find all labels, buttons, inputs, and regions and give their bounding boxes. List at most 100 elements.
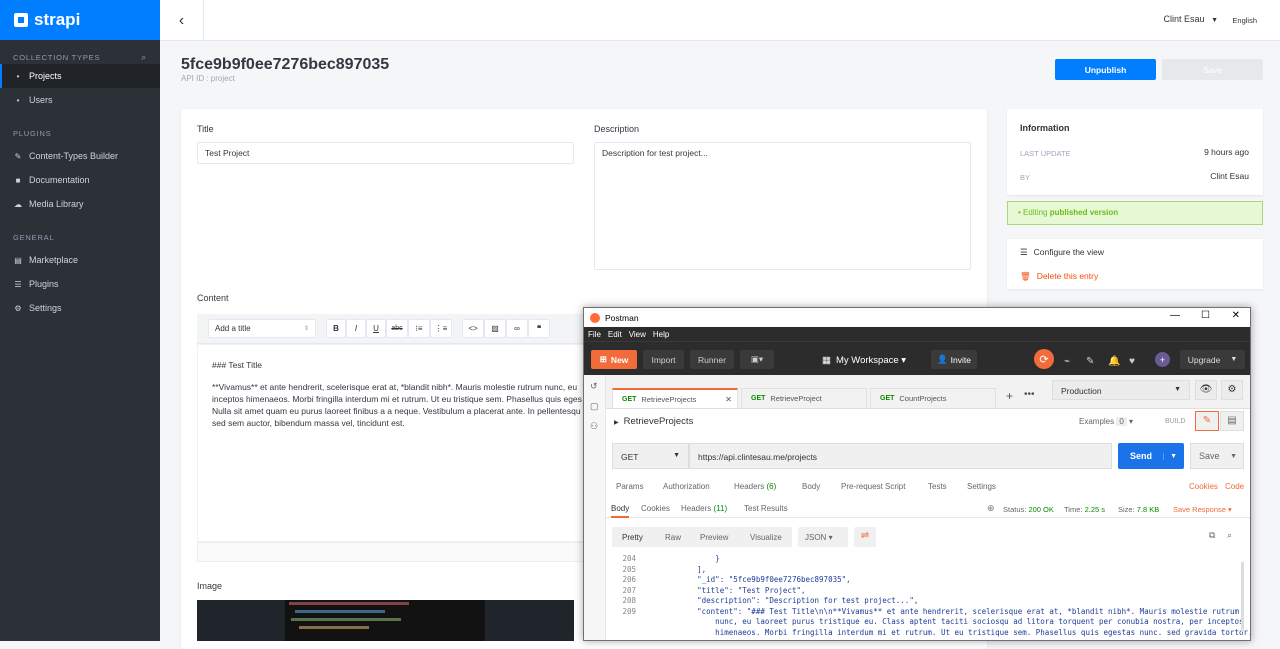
response-tab-headers[interactable]: Headers (11) xyxy=(681,504,727,513)
save-button[interactable]: Save xyxy=(1162,59,1263,80)
response-body[interactable]: 204 } 205 ], 206 "_id": "5fce9b9f0ee7276be… xyxy=(606,552,1250,640)
scrollbar[interactable] xyxy=(1241,562,1244,632)
collections-icon[interactable]: ▢ xyxy=(590,401,599,412)
tab-pre-request-script[interactable]: Pre-request Script xyxy=(841,482,905,491)
cookies-link[interactable]: Cookies xyxy=(1189,482,1218,491)
language-select[interactable]: English xyxy=(1232,16,1257,25)
sync-icon[interactable]: ⟳ xyxy=(1034,349,1054,369)
globe-icon[interactable]: ⊕ xyxy=(987,503,995,514)
satellite-icon[interactable]: ⌁ xyxy=(1064,356,1070,367)
italic-button[interactable]: I xyxy=(346,319,366,338)
response-tab-body[interactable]: Body xyxy=(611,504,630,518)
edit-icon[interactable]: ✎ xyxy=(1195,411,1219,431)
comment-icon[interactable]: ▤ xyxy=(1220,411,1244,431)
eye-icon[interactable]: 👁 xyxy=(1195,380,1217,400)
tab-retrieve-project[interactable]: GET RetrieveProject xyxy=(741,388,867,408)
back-button[interactable]: ‹ xyxy=(160,0,204,41)
sidebar-item-projects[interactable]: • Projects xyxy=(0,64,160,88)
bullet-list-icon[interactable]: ⁝≡ xyxy=(408,319,430,338)
code-link[interactable]: Code xyxy=(1225,482,1244,491)
view-raw[interactable]: Raw xyxy=(665,533,681,542)
examples-dropdown[interactable]: Examples 0 ▾ xyxy=(1079,417,1133,426)
runner-button[interactable]: Runner xyxy=(690,350,734,369)
import-button[interactable]: Import xyxy=(643,350,684,369)
description-textarea[interactable]: Description for test project... xyxy=(594,142,971,270)
wrench-icon[interactable]: ✎ xyxy=(1086,356,1094,367)
bell-icon[interactable]: 🔔 xyxy=(1108,356,1120,367)
sidebar-item-marketplace[interactable]: ▤ Marketplace xyxy=(0,248,160,272)
format-select[interactable]: JSON ▾ xyxy=(798,527,848,547)
user-menu[interactable]: Clint Esau ▼ xyxy=(1164,14,1218,24)
sidebar-item-media-library[interactable]: ☁ Media Library xyxy=(0,192,160,216)
settings-icon[interactable]: ⚙ xyxy=(1221,380,1243,400)
view-visualize[interactable]: Visualize xyxy=(750,533,782,542)
sidebar-item-documentation[interactable]: ■ Documentation xyxy=(0,168,160,192)
view-pretty[interactable]: Pretty xyxy=(622,533,643,542)
tab-retrieve-projects[interactable]: GET RetrieveProjects ✕ xyxy=(612,388,738,408)
send-button[interactable]: Send ▼ xyxy=(1118,443,1184,469)
new-tab-dropdown[interactable]: ▣▾ xyxy=(740,350,774,369)
delete-entry-link[interactable]: 🗑 Delete this entry xyxy=(1020,271,1098,282)
environment-select[interactable]: Production ▼ xyxy=(1052,380,1190,400)
view-preview[interactable]: Preview xyxy=(700,533,728,542)
sidebar-item-users[interactable]: • Users xyxy=(0,88,160,112)
sidebar-item-content-types-builder[interactable]: ✎ Content-Types Builder xyxy=(0,144,160,168)
unpublish-button[interactable]: Unpublish xyxy=(1055,59,1156,80)
heading-select[interactable]: Add a title ⇕ xyxy=(208,319,316,338)
menu-file[interactable]: File xyxy=(588,330,601,339)
minimize-icon[interactable]: — xyxy=(1170,310,1180,321)
sidebar-item-settings[interactable]: ⚙ Settings xyxy=(0,296,160,320)
tab-settings[interactable]: Settings xyxy=(967,482,996,491)
method-select[interactable]: GET ▼ xyxy=(612,443,689,469)
strikethrough-button[interactable]: abc xyxy=(386,319,408,338)
workspace-switcher[interactable]: ▦ My Workspace ▾ xyxy=(822,355,906,366)
maximize-icon[interactable]: ☐ xyxy=(1201,310,1210,321)
add-tab-icon[interactable]: + xyxy=(1006,389,1013,403)
code-text: "_id": "5fce9b9f0ee7276bec897035", xyxy=(661,575,851,584)
section-general: GENERAL xyxy=(0,230,160,244)
configure-view-link[interactable]: ☰ Configure the view xyxy=(1020,247,1104,258)
request-name[interactable]: ▶ RetrieveProjects xyxy=(614,416,693,427)
apis-icon[interactable]: ⚇ xyxy=(590,421,598,432)
menu-edit[interactable]: Edit xyxy=(608,330,622,339)
search-icon[interactable]: ⌕ xyxy=(141,52,147,63)
avatar[interactable]: + xyxy=(1155,352,1170,367)
heart-icon[interactable]: ♥ xyxy=(1129,356,1135,367)
tab-body[interactable]: Body xyxy=(802,482,820,491)
link-icon[interactable]: ∞ xyxy=(506,319,528,338)
underline-button[interactable]: U xyxy=(366,319,386,338)
image-thumbnail[interactable] xyxy=(197,600,574,641)
response-tab-test-results[interactable]: Test Results xyxy=(744,504,788,513)
close-icon[interactable]: ✕ xyxy=(725,395,732,404)
code-icon[interactable]: <> xyxy=(462,319,484,338)
brand-logo[interactable]: strapi xyxy=(0,0,160,40)
title-input[interactable]: Test Project xyxy=(197,142,574,164)
more-icon[interactable]: ••• xyxy=(1024,389,1035,400)
image-icon[interactable]: ▨ xyxy=(484,319,506,338)
numbered-list-icon[interactable]: ⋮≡ xyxy=(430,319,452,338)
tab-params[interactable]: Params xyxy=(616,482,644,491)
tab-tests[interactable]: Tests xyxy=(928,482,947,491)
sidebar-item-plugins[interactable]: ☰ Plugins xyxy=(0,272,160,296)
invite-button[interactable]: 👤 Invite xyxy=(931,350,977,369)
quote-icon[interactable]: ❝ xyxy=(528,319,550,338)
wrap-lines-icon[interactable]: ⇌ xyxy=(854,527,876,547)
menu-view[interactable]: View xyxy=(629,330,646,339)
bold-button[interactable]: B xyxy=(326,319,346,338)
search-icon[interactable]: ⌕ xyxy=(1227,530,1232,541)
menu-help[interactable]: Help xyxy=(653,330,669,339)
select-arrows-icon: ⇕ xyxy=(303,326,309,332)
new-button[interactable]: ⊞ New xyxy=(591,350,637,369)
copy-icon[interactable]: ⧉ xyxy=(1209,530,1215,541)
history-icon[interactable]: ↺ xyxy=(590,381,598,392)
save-response-dropdown[interactable]: Save Response ▾ xyxy=(1173,505,1232,514)
save-request-button[interactable]: Save ▼ xyxy=(1190,443,1244,469)
tab-authorization[interactable]: Authorization xyxy=(663,482,710,491)
response-tab-cookies[interactable]: Cookies xyxy=(641,504,670,513)
upgrade-button[interactable]: Upgrade ▼ xyxy=(1180,350,1245,369)
url-input[interactable]: https://api.clintesau.me/projects xyxy=(689,443,1112,469)
tab-count-projects[interactable]: GET CountProjects xyxy=(870,388,996,408)
tab-headers[interactable]: Headers (6) xyxy=(734,482,776,491)
close-icon[interactable]: ✕ xyxy=(1232,310,1240,321)
sidebar-item-label: Projects xyxy=(29,71,62,81)
